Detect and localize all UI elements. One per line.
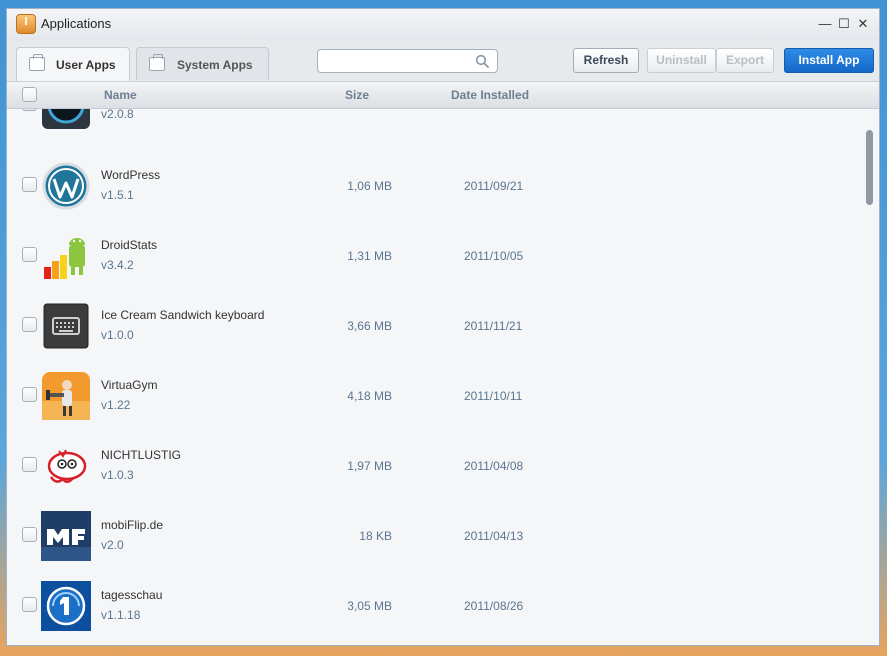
list-scrollbar[interactable] — [866, 130, 873, 205]
app-version: v1.5.1 — [101, 188, 134, 202]
app-version: v2.0 — [101, 538, 124, 552]
column-name[interactable]: Name — [104, 88, 137, 102]
list-item[interactable]: DroidStats v3.4.2 1,31 MB 2011/10/05 — [7, 220, 879, 290]
tab-user-apps[interactable]: User Apps — [16, 47, 130, 81]
column-header: Name Size Date Installed — [7, 82, 879, 109]
tab-system-apps[interactable]: System Apps — [136, 47, 269, 80]
app-size: 1,97 MB — [347, 459, 392, 473]
export-button[interactable]: Export — [716, 48, 774, 73]
app-size: 1,06 MB — [347, 179, 392, 193]
list-item[interactable]: mobiFlip.de v2.0 18 KB 2011/04/13 — [7, 500, 879, 570]
list-item[interactable]: Ice Cream Sandwich keyboard v1.0.0 3,66 … — [7, 290, 879, 360]
app-size: 4,18 MB — [347, 389, 392, 403]
wordpress-app-icon — [41, 161, 91, 211]
app-date: 2011/11/21 — [464, 319, 523, 333]
app-date: 2011/09/21 — [464, 179, 524, 193]
search-box[interactable] — [317, 49, 498, 73]
app-version: v1.1.18 — [101, 608, 141, 622]
tab-user-apps-label: User Apps — [56, 58, 116, 72]
applications-icon — [16, 14, 36, 34]
app-name: tagesschau — [101, 588, 163, 602]
app-size: 3,66 MB — [347, 319, 392, 333]
app-date: 2011/10/11 — [464, 389, 523, 403]
app-date: 2011/10/05 — [464, 249, 524, 263]
title-bar[interactable]: Applications — ☐ ✕ — [7, 9, 879, 41]
uninstall-button[interactable]: Uninstall — [647, 48, 716, 73]
maximize-icon[interactable]: ☐ — [837, 16, 851, 32]
app-list: v2.0.8 WordPress v1.5.1 1,06 MB 2011/09/… — [7, 109, 879, 645]
window-title: Applications — [41, 16, 112, 31]
row-checkbox[interactable] — [22, 527, 37, 542]
toolbar: User Apps System Apps Refresh Uninstall … — [7, 41, 879, 82]
app-name: VirtuaGym — [101, 378, 158, 392]
list-item[interactable]: NICHTLUSTIG v1.0.3 1,97 MB 2011/04/08 — [7, 430, 879, 500]
nichtlustig-app-icon — [41, 441, 91, 491]
app-size: 1,31 MB — [347, 249, 392, 263]
column-date-installed[interactable]: Date Installed — [451, 88, 529, 102]
row-checkbox[interactable] — [22, 457, 37, 472]
app-version: v1.22 — [101, 398, 131, 412]
tagesschau-app-icon — [41, 581, 91, 631]
search-input[interactable] — [324, 53, 473, 71]
app-name: WordPress — [101, 168, 161, 182]
bag-icon — [149, 54, 165, 71]
app-version: v1.0.3 — [101, 468, 134, 482]
search-icon[interactable] — [475, 54, 489, 68]
select-all-checkbox[interactable] — [22, 87, 37, 102]
close-icon[interactable]: ✕ — [856, 16, 870, 32]
keyboard-app-icon — [41, 301, 91, 351]
virtuagym-app-icon — [41, 371, 91, 421]
bag-icon — [29, 54, 45, 71]
app-size: 18 KB — [359, 529, 392, 543]
row-checkbox[interactable] — [22, 247, 37, 262]
install-app-button[interactable]: Install App — [784, 48, 874, 73]
list-item[interactable]: tagesschau v1.1.18 3,05 MB 2011/08/26 — [7, 570, 879, 640]
app-name: Ice Cream Sandwich keyboard — [101, 308, 265, 322]
app-name: mobiFlip.de — [101, 518, 164, 532]
column-size[interactable]: Size — [345, 88, 369, 102]
app-version: v2.0.8 — [101, 109, 134, 121]
row-checkbox[interactable] — [22, 177, 37, 192]
row-checkbox[interactable] — [22, 387, 37, 402]
speedometer-app-icon — [41, 109, 91, 130]
minimize-icon[interactable]: — — [818, 16, 832, 31]
list-item[interactable]: VirtuaGym v1.22 4,18 MB 2011/10/11 — [7, 360, 879, 430]
app-date: 2011/08/26 — [464, 599, 524, 613]
row-checkbox[interactable] — [22, 597, 37, 612]
row-checkbox[interactable] — [22, 317, 37, 332]
app-size: 3,05 MB — [347, 599, 392, 613]
app-date: 2011/04/13 — [464, 529, 524, 543]
app-version: v1.0.0 — [101, 328, 134, 342]
app-date: 2011/04/08 — [464, 459, 524, 473]
refresh-button[interactable]: Refresh — [573, 48, 639, 73]
applications-window: Applications — ☐ ✕ User Apps System Apps… — [6, 8, 880, 646]
mobiflip-app-icon — [41, 511, 91, 561]
list-item[interactable]: v2.0.8 — [7, 109, 879, 139]
droidstats-app-icon — [41, 231, 91, 281]
list-item[interactable]: WordPress v1.5.1 1,06 MB 2011/09/21 — [7, 150, 879, 220]
app-version: v3.4.2 — [101, 258, 134, 272]
tab-system-apps-label: System Apps — [177, 58, 253, 72]
app-name: DroidStats — [101, 238, 158, 252]
row-checkbox[interactable] — [22, 109, 37, 111]
app-name: NICHTLUSTIG — [101, 448, 182, 462]
